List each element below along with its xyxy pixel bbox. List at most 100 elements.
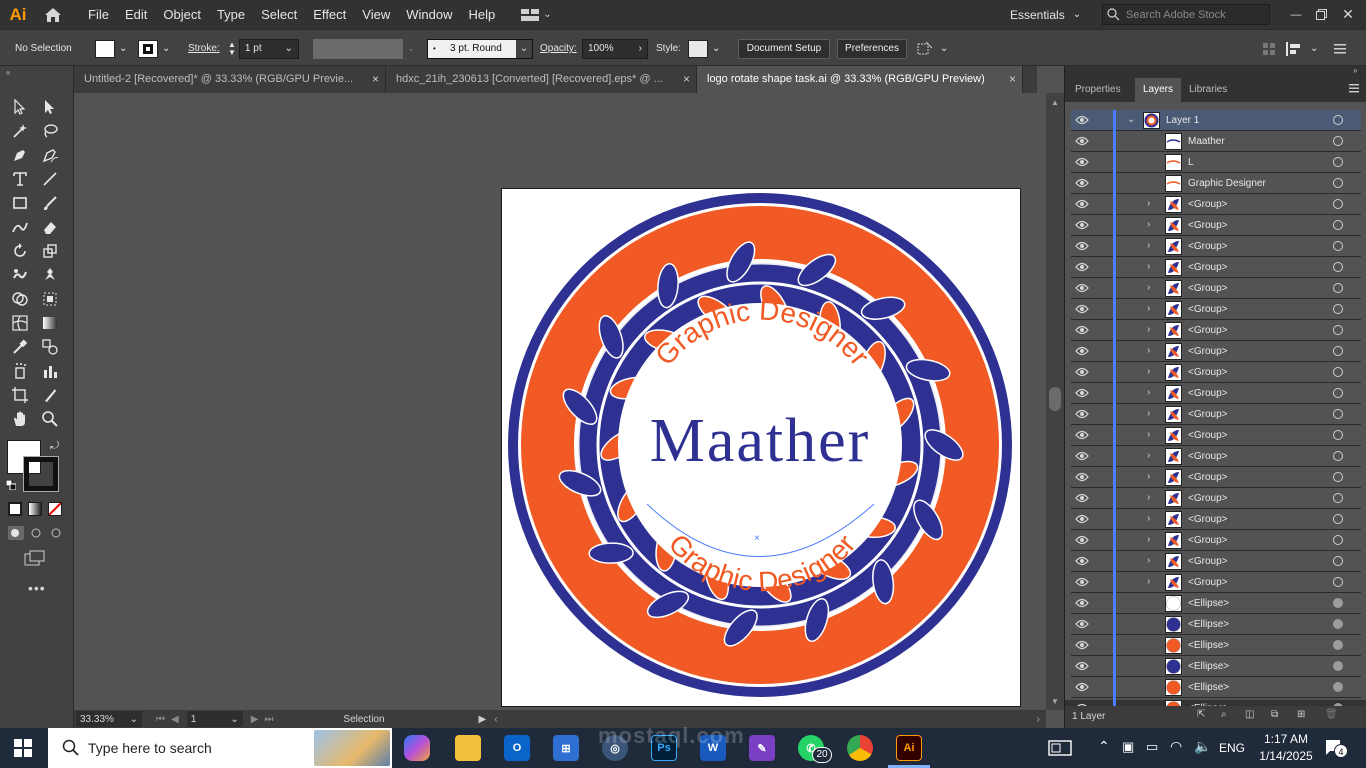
chevron-right-icon[interactable]: › bbox=[1147, 324, 1157, 336]
chevron-right-icon[interactable]: › bbox=[1147, 345, 1157, 357]
layer-name[interactable]: <Group> bbox=[1188, 341, 1227, 362]
visibility-eye-icon[interactable] bbox=[1075, 261, 1089, 273]
visibility-eye-icon[interactable] bbox=[1075, 303, 1089, 315]
chevron-right-icon[interactable]: › bbox=[1147, 282, 1157, 294]
target-circle-icon[interactable] bbox=[1333, 430, 1343, 440]
visibility-eye-icon[interactable] bbox=[1075, 639, 1089, 651]
none-mode-icon[interactable] bbox=[48, 502, 62, 516]
layer-row[interactable]: › <Group> bbox=[1071, 194, 1361, 215]
zoom-tool-icon[interactable] bbox=[38, 408, 62, 430]
target-circle-icon[interactable] bbox=[1333, 178, 1343, 188]
layer-row[interactable]: <Ellipse> bbox=[1071, 656, 1361, 677]
chevron-right-icon[interactable]: › bbox=[1147, 408, 1157, 420]
target-circle-icon[interactable] bbox=[1333, 640, 1343, 650]
transform-icon[interactable] bbox=[1286, 30, 1302, 67]
magic-wand-tool-icon[interactable] bbox=[8, 120, 32, 142]
windows-start-icon[interactable] bbox=[14, 739, 32, 760]
restore-button[interactable] bbox=[1309, 0, 1333, 29]
illustrator-taskbar-icon[interactable]: Ai bbox=[896, 735, 922, 761]
target-circle-icon[interactable] bbox=[1333, 535, 1343, 545]
chevron-right-icon[interactable]: › bbox=[1147, 450, 1157, 462]
layer-row[interactable]: › <Group> bbox=[1071, 257, 1361, 278]
target-circle-icon[interactable] bbox=[1333, 346, 1343, 356]
layer-row[interactable]: L bbox=[1071, 152, 1361, 173]
layer-row[interactable]: › <Group> bbox=[1071, 425, 1361, 446]
menu-file[interactable]: File bbox=[80, 0, 117, 29]
tab-libraries[interactable]: Libraries bbox=[1181, 78, 1235, 102]
language-indicator[interactable]: ENG bbox=[1219, 741, 1245, 755]
layer-row[interactable]: › <Group> bbox=[1071, 446, 1361, 467]
default-colors-icon[interactable] bbox=[5, 479, 17, 491]
layer-row[interactable]: › <Group> bbox=[1071, 278, 1361, 299]
draw-inside-icon[interactable] bbox=[48, 526, 64, 540]
menu-type[interactable]: Type bbox=[209, 0, 253, 29]
edit-toolbar-icon[interactable]: ••• bbox=[28, 580, 46, 596]
layer-name[interactable]: <Ellipse> bbox=[1188, 593, 1229, 614]
make-clipping-mask-icon[interactable]: ◫ bbox=[1245, 709, 1254, 720]
swap-colors-icon[interactable]: ⤾ bbox=[50, 440, 59, 453]
draw-normal-icon[interactable] bbox=[8, 526, 24, 540]
target-circle-icon[interactable] bbox=[1333, 619, 1343, 629]
collapse-panels-icon[interactable]: » bbox=[1353, 66, 1357, 75]
opacity-label[interactable]: Opacity: bbox=[540, 30, 577, 67]
visibility-eye-icon[interactable] bbox=[1075, 597, 1089, 609]
chevron-right-icon[interactable]: › bbox=[1147, 366, 1157, 378]
create-sublayer-icon[interactable]: ⧉ bbox=[1271, 709, 1278, 720]
graphic-style-swatch[interactable]: ⌄ bbox=[688, 30, 720, 67]
preferences-button[interactable]: Preferences bbox=[837, 38, 907, 59]
chevron-right-icon[interactable]: › bbox=[1147, 387, 1157, 399]
layer-name[interactable]: <Group> bbox=[1188, 383, 1227, 404]
shaper-tool-icon[interactable] bbox=[8, 216, 32, 238]
draw-behind-icon[interactable] bbox=[28, 526, 44, 540]
target-circle-icon[interactable] bbox=[1333, 451, 1343, 461]
target-circle-icon[interactable] bbox=[1333, 661, 1343, 671]
scale-tool-icon[interactable] bbox=[38, 240, 62, 262]
curvature-tool-icon[interactable] bbox=[38, 144, 62, 166]
chevron-right-icon[interactable]: › bbox=[1147, 240, 1157, 252]
layer-row[interactable]: › <Group> bbox=[1071, 572, 1361, 593]
layer-row[interactable]: <Ellipse> bbox=[1071, 635, 1361, 656]
feather-app-icon[interactable]: ✎ bbox=[749, 735, 775, 761]
color-mode-icon[interactable] bbox=[8, 502, 22, 516]
close-icon[interactable]: × bbox=[372, 66, 379, 93]
microsoft-store-icon[interactable]: ⊞ bbox=[553, 735, 579, 761]
chevron-right-icon[interactable]: › bbox=[1147, 513, 1157, 525]
target-circle-icon[interactable] bbox=[1333, 367, 1343, 377]
create-new-layer-icon[interactable]: ⊞ bbox=[1297, 709, 1305, 720]
layer-name[interactable]: Maather bbox=[1188, 131, 1225, 152]
target-circle-icon[interactable] bbox=[1333, 262, 1343, 272]
main-text[interactable]: Maather bbox=[650, 407, 871, 475]
task-view-icon[interactable] bbox=[1048, 740, 1072, 759]
selection-tool-icon[interactable] bbox=[8, 96, 32, 118]
logo-artwork[interactable]: Graphic Designer Graphic Designer Maathe… bbox=[502, 189, 1022, 708]
visibility-eye-icon[interactable] bbox=[1075, 366, 1089, 378]
type-tool-icon[interactable] bbox=[8, 168, 32, 190]
target-circle-icon[interactable] bbox=[1333, 136, 1343, 146]
target-circle-icon[interactable] bbox=[1333, 241, 1343, 251]
visibility-eye-icon[interactable] bbox=[1075, 555, 1089, 567]
layer-row[interactable]: <Ellipse> bbox=[1071, 614, 1361, 635]
free-transform-tool-icon[interactable] bbox=[38, 288, 62, 310]
menu-edit[interactable]: Edit bbox=[117, 0, 155, 29]
layer-name[interactable]: <Group> bbox=[1188, 362, 1227, 383]
visibility-eye-icon[interactable] bbox=[1075, 471, 1089, 483]
layer-row[interactable]: <Ellipse> bbox=[1071, 677, 1361, 698]
rectangle-tool-icon[interactable] bbox=[8, 192, 32, 214]
layer-row[interactable]: › <Group> bbox=[1071, 236, 1361, 257]
menu-window[interactable]: Window bbox=[398, 0, 460, 29]
visibility-eye-icon[interactable] bbox=[1075, 324, 1089, 336]
variable-width-profile[interactable]: ⌄ bbox=[313, 30, 419, 67]
target-circle-icon[interactable] bbox=[1333, 199, 1343, 209]
vertical-scrollbar[interactable]: ▲ ▼ bbox=[1046, 93, 1064, 710]
layer-row[interactable]: Graphic Designer bbox=[1071, 173, 1361, 194]
eyedropper-tool-icon[interactable] bbox=[8, 336, 32, 358]
file-explorer-icon[interactable] bbox=[455, 735, 481, 761]
symbol-sprayer-tool-icon[interactable] bbox=[8, 360, 32, 382]
arrange-objects-icon[interactable]: ⌄ bbox=[916, 30, 948, 67]
clock[interactable]: 1:17 AM 1/14/2025 bbox=[1256, 731, 1316, 765]
visibility-eye-icon[interactable] bbox=[1075, 387, 1089, 399]
layer-name[interactable]: <Group> bbox=[1188, 572, 1227, 593]
layer-row[interactable]: › <Group> bbox=[1071, 320, 1361, 341]
hand-tool-icon[interactable] bbox=[8, 408, 32, 430]
visibility-eye-icon[interactable] bbox=[1075, 618, 1089, 630]
